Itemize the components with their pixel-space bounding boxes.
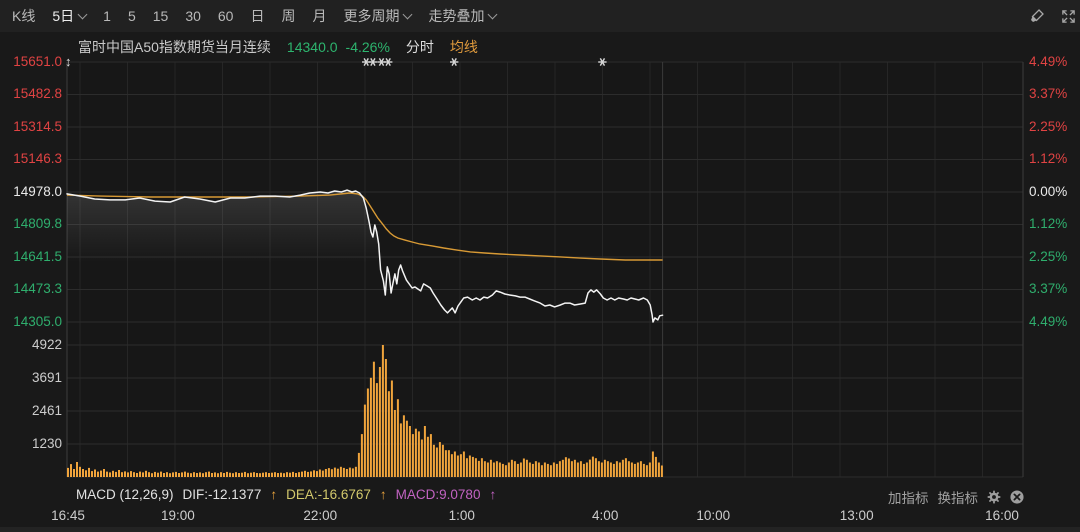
dea-readout: DEA:-16.6767: [286, 487, 371, 502]
toolbar-item-kline[interactable]: K线: [12, 6, 35, 26]
toolbar-item-label: 15: [153, 8, 169, 24]
toolbar-item-period-week[interactable]: 周: [281, 6, 295, 26]
toolbar-item-label: K线: [12, 6, 35, 26]
toolbar-item-label: 30: [185, 8, 201, 24]
indicator-controls: 加指标 换指标: [888, 487, 1024, 507]
toolbar-item-period-5day[interactable]: 5日: [52, 6, 86, 26]
add-indicator-button[interactable]: 加指标: [888, 487, 929, 507]
futures-chart-window: K线5日15153060日周月更多周期走势叠加 富时中国A50指数期货当月连续 …: [0, 0, 1080, 532]
toolbar-item-more-periods[interactable]: 更多周期: [343, 6, 411, 26]
toolbar-item-label: 5: [128, 8, 136, 24]
chevron-down-icon: [78, 10, 88, 20]
toolbar-item-label: 5日: [52, 6, 74, 26]
draw-tool-icon[interactable]: [1029, 8, 1045, 24]
toolbar-item-period-60min[interactable]: 60: [218, 8, 234, 24]
toolbar-item-label: 周: [281, 6, 295, 26]
macd-params-label: MACD (12,26,9): [76, 487, 174, 502]
chart-header: 富时中国A50指数期货当月连续 14340.0 -4.26% 分时 均线: [78, 37, 478, 57]
change-indicator-button[interactable]: 换指标: [938, 487, 979, 507]
dif-readout: DIF:-12.1377: [183, 487, 262, 502]
toolbar-item-period-15min[interactable]: 15: [153, 8, 169, 24]
last-price: 14340.0: [287, 39, 338, 55]
toolbar-item-label: 月: [312, 6, 326, 26]
toolbar-item-trend-overlay[interactable]: 走势叠加: [428, 6, 496, 26]
toolbar-item-label: 走势叠加: [428, 6, 484, 26]
quote: 14340.0 -4.26%: [287, 39, 390, 55]
toolbar-item-period-30min[interactable]: 30: [185, 8, 201, 24]
indicator-settings-gear-icon[interactable]: [987, 490, 1001, 504]
dif-up-arrow-icon: ↑: [270, 487, 277, 502]
mode-minute-tab[interactable]: 分时: [406, 37, 434, 57]
toolbar-icons: [1029, 8, 1080, 24]
dea-up-arrow-icon: ↑: [380, 487, 387, 502]
price-chart[interactable]: [0, 0, 1080, 532]
macd-readout: MACD:9.0780: [396, 487, 481, 502]
toolbar-item-label: 日: [250, 6, 264, 26]
toolbar-item-period-month[interactable]: 月: [312, 6, 326, 26]
change-percent: -4.26%: [346, 39, 390, 55]
axis-range-icon[interactable]: ↕: [65, 54, 72, 69]
instrument-name: 富时中国A50指数期货当月连续: [78, 37, 271, 57]
indicator-close-icon[interactable]: [1010, 490, 1024, 504]
toolbar-item-label: 1: [103, 8, 111, 24]
toolbar-item-period-1min[interactable]: 1: [103, 8, 111, 24]
mode-ma-tab[interactable]: 均线: [450, 37, 478, 57]
toolbar-item-label: 更多周期: [343, 6, 399, 26]
period-tabs: K线5日15153060日周月更多周期走势叠加: [12, 6, 496, 26]
chevron-down-icon: [403, 10, 413, 20]
fullscreen-icon[interactable]: [1061, 9, 1076, 24]
toolbar-item-label: 60: [218, 8, 234, 24]
toolbar-item-period-5min[interactable]: 5: [128, 8, 136, 24]
period-toolbar: K线5日15153060日周月更多周期走势叠加: [0, 0, 1080, 32]
toolbar-item-period-day[interactable]: 日: [250, 6, 264, 26]
macd-indicator-bar: MACD (12,26,9) DIF:-12.1377 ↑ DEA:-16.67…: [76, 487, 496, 502]
macd-up-arrow-icon: ↑: [489, 487, 496, 502]
chevron-down-icon: [488, 10, 498, 20]
